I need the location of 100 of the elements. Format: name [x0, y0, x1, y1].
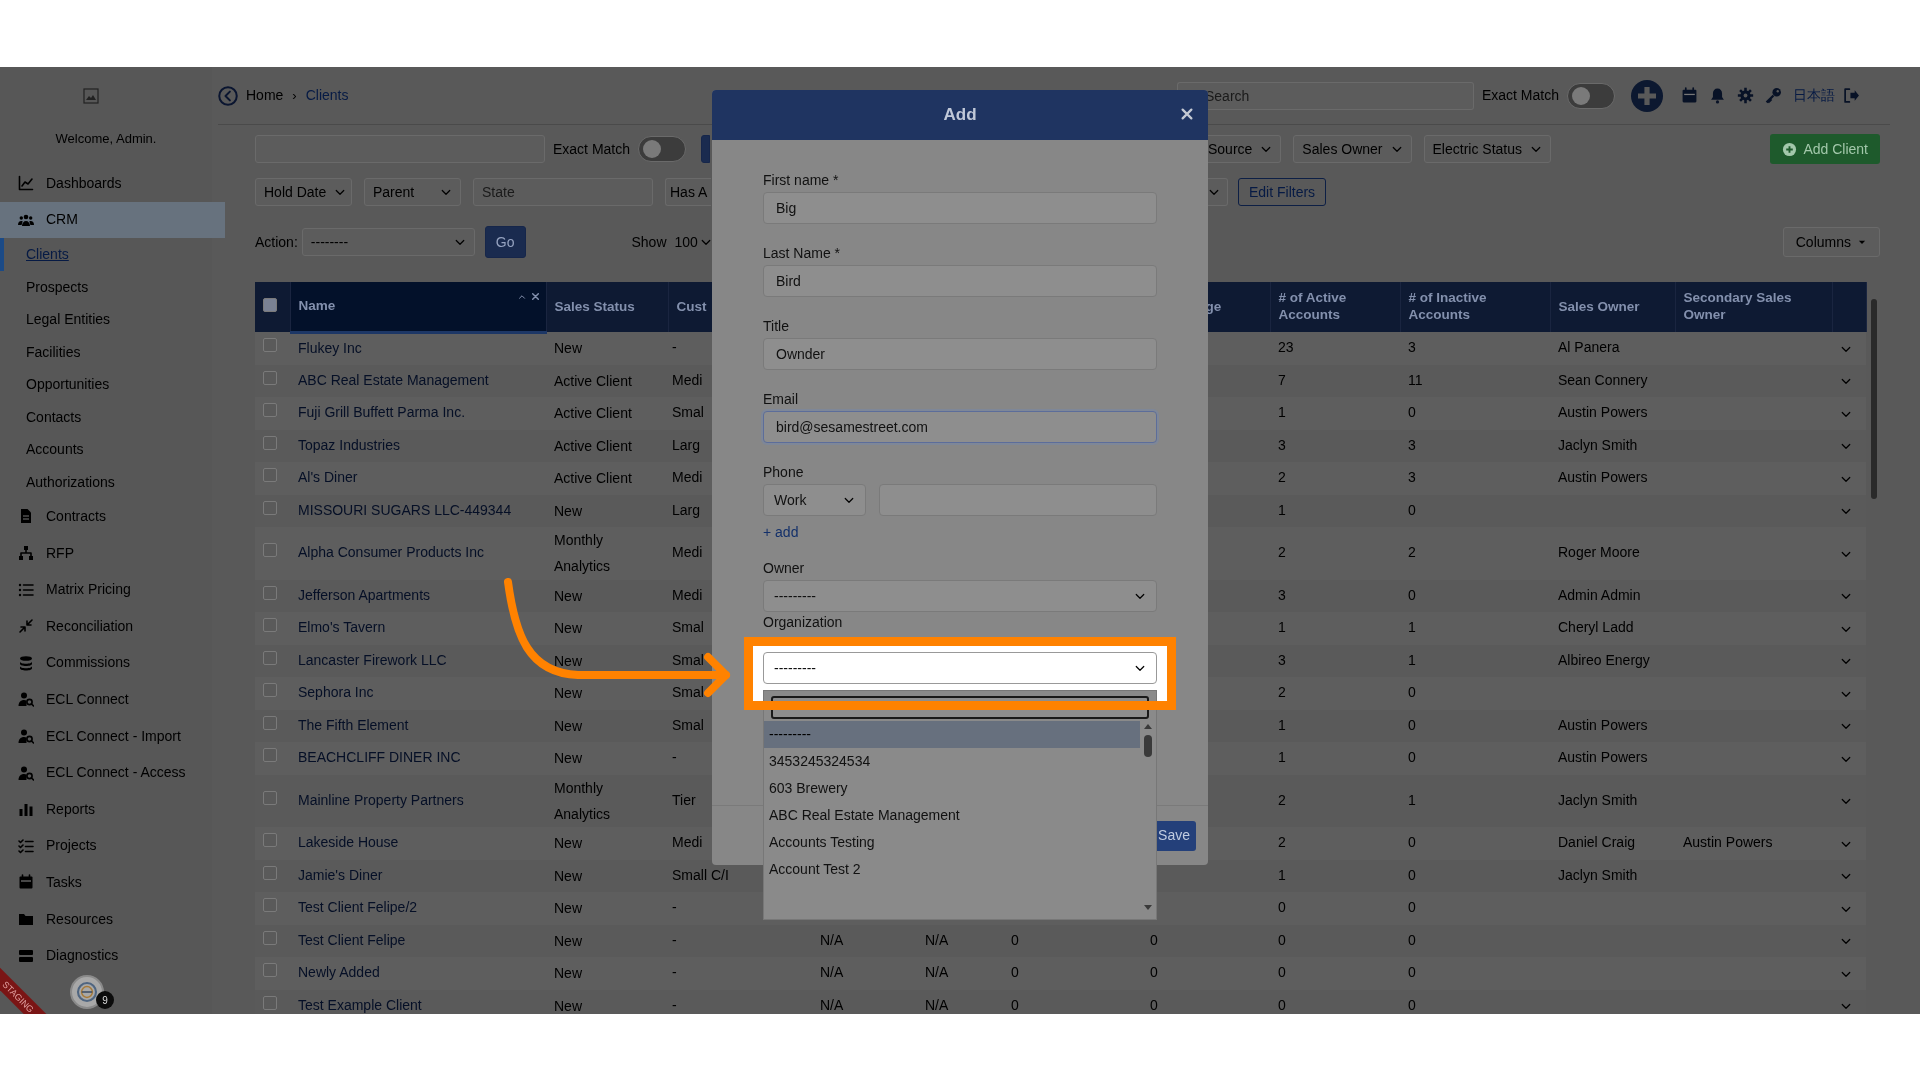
- dropdown-option[interactable]: 603 Brewery: [764, 775, 1140, 802]
- select-field[interactable]: ---------: [763, 580, 1157, 612]
- sidebar-item[interactable]: Diagnostics: [0, 937, 225, 974]
- sidebar-item[interactable]: Dashboards: [0, 165, 225, 202]
- sidebar-item[interactable]: Matrix Pricing: [0, 571, 225, 608]
- sidebar-item[interactable]: Tasks: [0, 864, 225, 901]
- sidebar-subitem[interactable]: Prospects: [0, 270, 212, 304]
- sidebar-subitem[interactable]: Facilities: [0, 335, 212, 369]
- client-link[interactable]: Mainline Property Partners: [298, 791, 464, 808]
- input-field[interactable]: Ownder: [763, 338, 1157, 370]
- row-checkbox[interactable]: [263, 930, 277, 945]
- client-link[interactable]: Flukey Inc: [298, 340, 362, 357]
- sidebar-item[interactable]: Resources: [0, 900, 225, 938]
- row-checkbox[interactable]: [263, 618, 277, 633]
- breadcrumb-link[interactable]: Home: [246, 85, 284, 106]
- row-checkbox[interactable]: [263, 790, 277, 805]
- select-field[interactable]: ---------: [763, 652, 1157, 684]
- row-checkbox[interactable]: [263, 963, 277, 978]
- filter-select[interactable]: Source: [1208, 135, 1282, 163]
- client-link[interactable]: Test Client Felipe: [298, 931, 406, 948]
- row-checkbox[interactable]: [263, 403, 277, 418]
- client-link[interactable]: Sephora Inc: [298, 684, 374, 701]
- row-checkbox[interactable]: [263, 898, 277, 913]
- action-select[interactable]: --------: [301, 228, 475, 256]
- sidebar-item[interactable]: ECL Connect - Access: [0, 754, 225, 791]
- client-link[interactable]: ABC Real Estate Management: [298, 371, 489, 388]
- filter-select[interactable]: Sales Owner: [1293, 135, 1412, 163]
- client-link[interactable]: Topaz Industries: [298, 436, 400, 453]
- filter-select[interactable]: Parent: [364, 178, 461, 206]
- filter-select[interactable]: Electric Status: [1423, 135, 1551, 163]
- client-link[interactable]: MISSOURI SUGARS LLC-449344: [298, 501, 512, 518]
- add-icon[interactable]: [1631, 79, 1663, 112]
- input-field[interactable]: Big: [763, 192, 1157, 224]
- language-link[interactable]: 日本語: [1793, 85, 1835, 106]
- dropdown-option[interactable]: ---------: [764, 721, 1140, 748]
- dropdown-option[interactable]: 3453245324534: [764, 748, 1140, 775]
- sidebar-subitem[interactable]: Opportunities: [0, 368, 212, 401]
- sidebar-subitem[interactable]: Contacts: [0, 400, 212, 434]
- row-checkbox[interactable]: [263, 683, 277, 698]
- sidebar-item[interactable]: RFP: [0, 534, 225, 572]
- sidebar-subitem[interactable]: Clients: [0, 238, 212, 271]
- add-client-button[interactable]: Add Client: [1770, 134, 1880, 164]
- sidebar-subitem[interactable]: Legal Entities: [0, 303, 212, 336]
- phone-type-select[interactable]: Work: [763, 484, 866, 516]
- exact-match-toggle[interactable]: [638, 136, 687, 162]
- client-link[interactable]: Jefferson Apartments: [298, 586, 431, 603]
- exact-match-toggle[interactable]: [1567, 82, 1615, 109]
- row-checkbox[interactable]: [263, 748, 277, 763]
- row-checkbox[interactable]: [263, 865, 277, 880]
- sidebar-item[interactable]: ECL Connect - Import: [0, 717, 225, 755]
- add-link[interactable]: + add: [763, 519, 799, 546]
- dropdown-option[interactable]: Account Test 2: [764, 856, 1140, 883]
- go-button[interactable]: Go: [484, 226, 526, 258]
- sidebar-item[interactable]: Contracts: [0, 498, 225, 535]
- logout-icon[interactable]: [1843, 87, 1860, 104]
- client-link[interactable]: Test Example Client: [298, 996, 422, 1013]
- calendar-icon[interactable]: [1681, 87, 1698, 104]
- sidebar-subitem[interactable]: Authorizations: [0, 465, 212, 499]
- row-checkbox[interactable]: [263, 995, 277, 1010]
- input-field[interactable]: bird@sesamestreet.com: [763, 411, 1157, 443]
- row-checkbox[interactable]: [263, 468, 277, 483]
- client-link[interactable]: Jamie's Diner: [298, 866, 383, 883]
- state-field[interactable]: State: [473, 178, 653, 206]
- row-checkbox[interactable]: [263, 338, 277, 353]
- settings-icon[interactable]: [1737, 87, 1754, 104]
- columns-button[interactable]: Columns: [1782, 227, 1880, 257]
- filter-select[interactable]: Has A: [665, 178, 711, 206]
- row-checkbox[interactable]: [263, 435, 277, 450]
- row-checkbox[interactable]: [263, 833, 277, 848]
- filter-select[interactable]: [1208, 178, 1228, 206]
- filter-select[interactable]: Hold Date: [255, 178, 352, 206]
- row-checkbox[interactable]: [263, 500, 277, 515]
- sidebar-item[interactable]: Projects: [0, 827, 225, 865]
- dropdown-option[interactable]: Accounts Testing: [764, 829, 1140, 856]
- sidebar-item[interactable]: ECL Connect: [0, 681, 225, 718]
- client-link[interactable]: Lancaster Firework LLC: [298, 651, 447, 668]
- dropdown-option[interactable]: ABC Real Estate Management: [764, 802, 1140, 829]
- row-checkbox[interactable]: [263, 370, 277, 385]
- widget-button[interactable]: [70, 975, 104, 1009]
- edit-filters-button[interactable]: Edit Filters: [1238, 178, 1327, 206]
- client-link[interactable]: Al's Diner: [298, 469, 358, 486]
- close-icon[interactable]: [530, 292, 540, 301]
- select-all-checkbox[interactable]: [263, 297, 277, 312]
- back-icon[interactable]: [218, 85, 238, 106]
- sidebar-item[interactable]: CRM: [0, 201, 225, 239]
- search-button[interactable]: [701, 135, 711, 163]
- key-icon[interactable]: [1765, 87, 1782, 104]
- client-link[interactable]: Elmo's Tavern: [298, 619, 386, 636]
- input-field[interactable]: Bird: [763, 265, 1157, 297]
- sidebar-item[interactable]: Reports: [0, 790, 225, 828]
- sidebar-item[interactable]: Reconciliation: [0, 607, 225, 645]
- row-checkbox[interactable]: [263, 543, 277, 558]
- notification-icon[interactable]: [1709, 87, 1726, 104]
- page-size-select[interactable]: 100: [671, 228, 715, 256]
- client-link[interactable]: The Fifth Element: [298, 716, 409, 733]
- row-checkbox[interactable]: [263, 650, 277, 665]
- sort-icon[interactable]: [516, 292, 527, 302]
- client-link[interactable]: Newly Added: [298, 964, 380, 981]
- sidebar-item[interactable]: Commissions: [0, 644, 225, 682]
- row-checkbox[interactable]: [263, 715, 277, 730]
